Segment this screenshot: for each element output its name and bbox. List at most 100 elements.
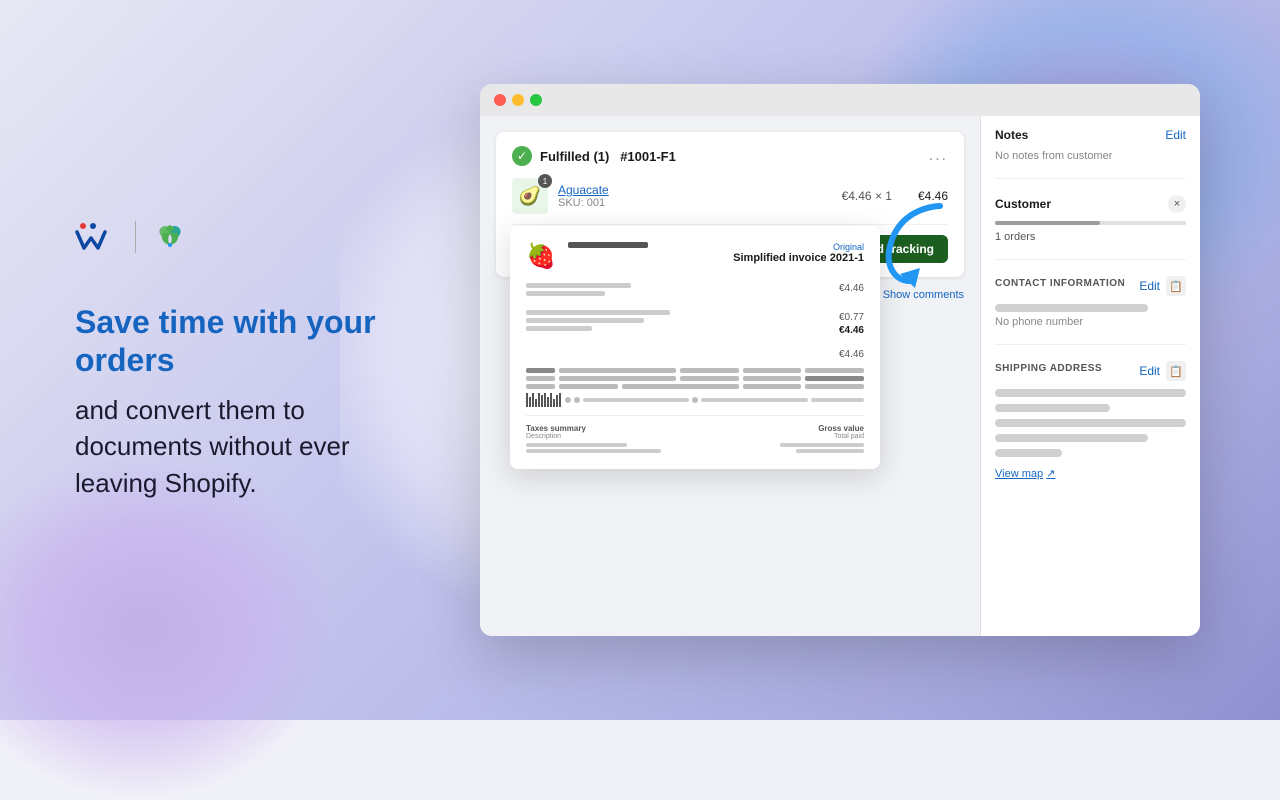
product-quantity-badge: 1 [538,174,552,188]
w-logo [75,221,119,253]
invoice-original-label: Original [733,242,864,252]
sidebar-no-phone-text: No phone number [995,316,1186,328]
inv-cell [743,376,802,381]
sidebar-address-bar-3 [995,419,1186,427]
shopify-sidebar: Notes Edit No notes from customer Custom… [980,116,1200,636]
product-name-link[interactable]: Aguacate [558,183,832,197]
sidebar-contact-edit-link[interactable]: Edit [1139,279,1160,293]
invoice-title-area: Original Simplified invoice 2021-1 [733,242,864,264]
fulfilled-left: ✓ Fulfilled (1) #1001-F1 [512,146,676,166]
inv-footer-right-bar [780,443,865,447]
invoice-description-label: Description [526,433,695,440]
sidebar-progress-fill [995,221,1100,225]
sidebar-shipping-title: SHIPPING ADDRESS [995,363,1102,374]
invoice-amount-4: €4.46 [839,349,864,360]
sidebar-notes-text: No notes from customer [995,150,1186,162]
sidebar-shipping-edit-link[interactable]: Edit [1139,364,1160,378]
inv-cell [526,368,555,373]
invoice-footer: Taxes summary Description Gross value To… [526,415,864,453]
sidebar-contact-icon-btn[interactable]: 📋 [1166,276,1186,296]
page-content: Save time with your orders and convert t… [0,0,1280,720]
sidebar-orders-count: 1 orders [995,231,1186,243]
logo-divider [135,221,136,253]
invoice-amount-3: €4.46 [804,325,864,336]
inv-cell [526,376,555,381]
product-image: 🥑 1 [512,178,548,214]
inv-cell [743,384,802,389]
invoice-gross-value-label: Gross value [695,424,864,433]
inv-cell [680,368,739,373]
browser-dot-red[interactable] [494,94,506,106]
invoice-line-4 [526,318,644,323]
sidebar-shipping-section: SHIPPING ADDRESS Edit 📋 [995,361,1186,498]
invoice-taxes-summary-label: Taxes summary [526,424,695,433]
inv-cell [680,376,739,381]
sidebar-contact-header: CONTACT INFORMATION Edit 📋 [995,276,1186,296]
browser-window: ✓ Fulfilled (1) #1001-F1 ... [480,84,1200,636]
invoice-title: Simplified invoice 2021-1 [733,252,864,264]
inv-cell [805,368,864,373]
inv-footer-bar [526,449,661,453]
invoice-barcode [526,393,864,407]
sidebar-contact-title: CONTACT INFORMATION [995,278,1125,289]
inv-table-row-2 [526,376,864,381]
inv-table-row-3 [526,384,864,389]
sidebar-notes-section: Notes Edit No notes from customer [995,128,1186,179]
headline: Save time with your orders [75,303,385,380]
sidebar-shipping-icon-btn[interactable]: 📋 [1166,361,1186,381]
sidebar-notes-header: Notes Edit [995,128,1186,142]
browser-dot-green[interactable] [530,94,542,106]
inv-footer-right-bar [796,449,864,453]
inv-cell [805,384,864,389]
sidebar-shipping-header: SHIPPING ADDRESS Edit 📋 [995,361,1186,381]
fulfilled-title: Fulfilled (1) #1001-F1 [540,149,676,164]
sidebar-shipping-actions: Edit 📋 [1139,361,1186,381]
sidebar-notes-title: Notes [995,128,1028,142]
invoice-logo: 🍓 [526,242,556,271]
sidebar-address-bar-1 [995,389,1186,397]
right-panel: ✓ Fulfilled (1) #1001-F1 ... [460,64,1280,656]
sidebar-contact-section: CONTACT INFORMATION Edit 📋 No phone numb… [995,276,1186,345]
invoice-amount-1: €4.46 [804,283,864,294]
sidebar-contact-bar [995,304,1148,312]
left-panel: Save time with your orders and convert t… [0,159,460,561]
browser-titlebar [480,84,1200,116]
invoice-amount-2: €0.77 [804,312,864,323]
sidebar-progress-bar [995,221,1186,225]
inv-footer-bar [526,443,627,447]
inv-cell [559,376,676,381]
logo-bar [75,219,385,255]
sidebar-address-bar-2 [995,404,1110,412]
product-info: Aguacate SKU: 001 [558,183,832,209]
fulfilled-header: ✓ Fulfilled (1) #1001-F1 ... [512,146,948,166]
invoice-content-lines [526,283,788,331]
invoice-line-2 [526,291,605,296]
sidebar-address-bar-5 [995,449,1062,457]
invoice-line-1 [526,283,631,288]
invoice-footer-left: Taxes summary Description [526,424,695,453]
fulfilled-check-icon: ✓ [512,146,532,166]
fulfilled-menu-dots[interactable]: ... [929,147,948,165]
invoice-table [526,368,864,407]
invoice-footer-right-bars [695,443,864,453]
sidebar-address-bars [995,389,1186,461]
external-link-icon: ↗ [1046,467,1055,480]
inv-cell [559,368,676,373]
blue-arrow-icon [870,196,970,296]
sidebar-notes-edit-link[interactable]: Edit [1165,128,1186,142]
sidebar-address-bar-4 [995,434,1148,442]
sidebar-customer-close-btn[interactable]: × [1168,195,1186,213]
invoice-header-row: 🍓 Original Simplified invoice 2021-1 [526,242,864,271]
inv-table-row-1 [526,368,864,373]
invoice-line-3 [526,310,670,315]
sidebar-customer-section: Customer × 1 orders [995,195,1186,260]
invoice-footer-right: Gross value Total paid [695,424,864,453]
leaf-logo [152,219,188,255]
inv-cell [526,384,555,389]
sidebar-contact-actions: Edit 📋 [1139,276,1186,296]
view-map-link[interactable]: View map ↗ [995,467,1055,480]
browser-dot-yellow[interactable] [512,94,524,106]
sidebar-customer-header: Customer × [995,195,1186,213]
invoice-overlay: 🍓 Original Simplified invoice 2021-1 [510,226,880,469]
inv-cell [559,384,618,389]
